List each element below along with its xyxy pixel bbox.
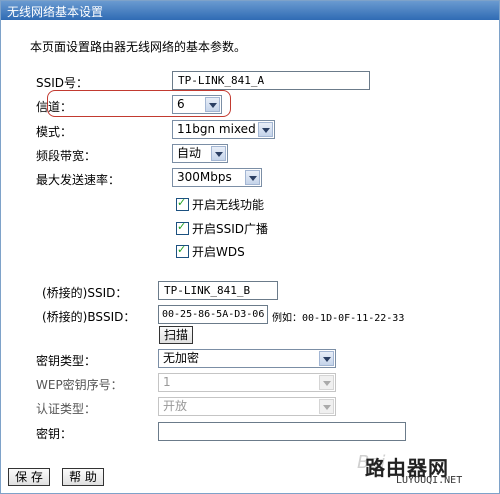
bandwidth-select[interactable]: 自动	[172, 144, 228, 163]
ssid-broadcast-label: 开启SSID广播	[192, 222, 269, 236]
max-rate-label: 最大发送速率：	[36, 173, 121, 187]
key-type-label: 密钥类型：	[36, 354, 97, 368]
chevron-down-icon	[205, 97, 220, 112]
mode-value: 11bgn mixed	[177, 122, 256, 136]
mode-label: 模式：	[36, 125, 73, 139]
wds-enable-checkbox[interactable]: 开启WDS	[176, 243, 245, 259]
wep-index-value: 1	[163, 375, 171, 389]
auth-type-select[interactable]: 开放	[158, 397, 336, 416]
wireless-enable-checkbox[interactable]: 开启无线功能	[176, 196, 264, 212]
bandwidth-label: 频段带宽：	[36, 149, 97, 163]
scan-button[interactable]: 扫描	[159, 326, 193, 344]
checkbox-checked-icon	[176, 196, 189, 211]
auth-type-value: 开放	[163, 399, 188, 413]
panel-titlebar: 无线网络基本设置	[1, 1, 499, 20]
bridge-bssid-input[interactable]: 00-25-86-5A-D3-06	[158, 305, 268, 324]
panel-title: 无线网络基本设置	[7, 5, 104, 19]
checkbox-checked-icon	[176, 243, 189, 258]
save-button[interactable]: 保 存	[8, 468, 50, 486]
bridge-ssid-input[interactable]: TP-LINK_841_B	[158, 281, 278, 300]
ssid-input[interactable]: TP-LINK_841_A	[172, 71, 370, 90]
help-button[interactable]: 帮 助	[62, 468, 104, 486]
checkbox-checked-icon	[176, 220, 189, 235]
bridge-ssid-label: (桥接的)SSID：	[42, 286, 128, 300]
key-label: 密钥：	[36, 427, 73, 441]
chevron-down-icon	[258, 122, 273, 137]
key-type-value: 无加密	[163, 351, 200, 365]
ssid-label: SSID号：	[36, 76, 89, 90]
bssid-example-hint: 例如：00-1D-0F-11-22-33	[272, 313, 405, 324]
channel-label: 信道：	[36, 100, 73, 114]
wep-index-select[interactable]: 1	[158, 373, 336, 392]
chevron-down-icon	[245, 170, 260, 185]
channel-select[interactable]: 6	[172, 95, 222, 114]
max-rate-select[interactable]: 300Mbps	[172, 168, 262, 187]
ssid-broadcast-checkbox[interactable]: 开启SSID广播	[176, 220, 268, 236]
chevron-down-icon	[319, 375, 334, 390]
wep-index-label: WEP密钥序号：	[36, 378, 123, 392]
chevron-down-icon	[319, 351, 334, 366]
key-type-select[interactable]: 无加密	[158, 349, 336, 368]
brand-url-watermark: LUYOUQI.NET	[396, 475, 463, 486]
wireless-enable-label: 开启无线功能	[192, 198, 265, 212]
wds-enable-label: 开启WDS	[192, 245, 245, 259]
channel-value: 6	[177, 97, 185, 111]
auth-type-label: 认证类型：	[36, 402, 97, 416]
chevron-down-icon	[211, 146, 226, 161]
intro-text: 本页面设置路由器无线网络的基本参数。	[30, 40, 247, 54]
key-input[interactable]	[158, 422, 406, 441]
bridge-bssid-label: (桥接的)BSSID：	[42, 310, 136, 324]
mode-select[interactable]: 11bgn mixed	[172, 120, 275, 139]
chevron-down-icon	[319, 399, 334, 414]
max-rate-value: 300Mbps	[177, 170, 232, 184]
bandwidth-value: 自动	[177, 146, 202, 160]
